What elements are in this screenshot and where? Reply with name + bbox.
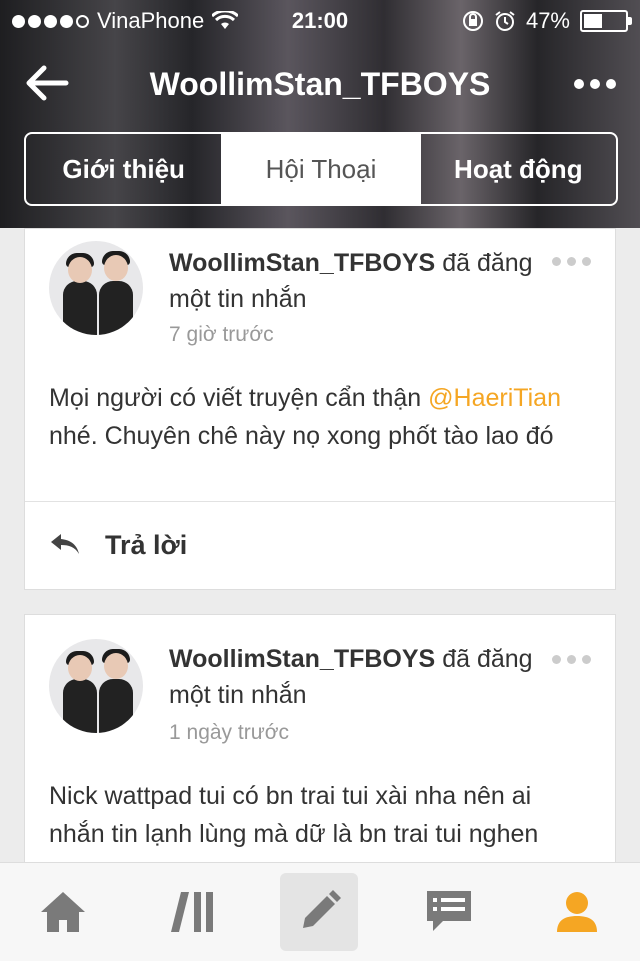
battery-icon bbox=[580, 10, 632, 32]
more-horizontal-icon bbox=[574, 79, 584, 89]
profile-icon bbox=[557, 892, 597, 932]
mention-link[interactable]: @HaeriTian bbox=[428, 384, 561, 412]
orientation-lock-icon bbox=[462, 11, 483, 31]
nav-profile-button[interactable] bbox=[538, 873, 616, 951]
post-header: WoollimStan_TFBOYS đã đăng một tin nhắn bbox=[169, 641, 555, 713]
navigation-bar: WoollimStan_TFBOYS bbox=[0, 48, 640, 120]
reply-label: Trả lời bbox=[105, 530, 188, 560]
reply-icon bbox=[51, 534, 79, 554]
post-author[interactable]: WoollimStan_TFBOYS bbox=[169, 249, 435, 277]
status-right: 47% bbox=[462, 8, 632, 34]
nav-messages-button[interactable] bbox=[410, 873, 488, 951]
library-icon bbox=[171, 892, 213, 932]
post-body: Nick wattpad tui có bn trai tui xài nha … bbox=[49, 782, 539, 848]
nav-home-button[interactable] bbox=[24, 873, 102, 951]
bottom-navigation bbox=[0, 862, 640, 961]
post-time: 1 ngày trước bbox=[169, 721, 290, 744]
status-bar: VinaPhone 21:00 47% bbox=[0, 0, 640, 40]
post-author[interactable]: WoollimStan_TFBOYS bbox=[169, 645, 435, 673]
avatar[interactable] bbox=[49, 241, 143, 335]
back-button[interactable] bbox=[22, 58, 72, 108]
more-horizontal-icon bbox=[552, 257, 561, 266]
more-options-button[interactable] bbox=[574, 62, 618, 106]
home-icon bbox=[41, 892, 85, 932]
messages-icon bbox=[427, 891, 471, 931]
page-title: WoollimStan_TFBOYS bbox=[149, 66, 491, 102]
avatar[interactable] bbox=[49, 639, 143, 733]
nav-library-button[interactable] bbox=[154, 873, 232, 951]
post-more-button[interactable] bbox=[552, 257, 591, 266]
alarm-icon bbox=[495, 11, 515, 31]
reply-button[interactable]: Trả lời bbox=[25, 501, 615, 590]
pencil-icon bbox=[303, 890, 341, 928]
tab-hoi-thoai[interactable]: Hội Thoại bbox=[223, 134, 421, 204]
post-header: WoollimStan_TFBOYS đã đăng một tin nhắn bbox=[169, 245, 555, 317]
battery-percent: 47% bbox=[525, 8, 570, 33]
profile-tabs: Giới thiệu Hội Thoại Hoạt động bbox=[24, 132, 618, 206]
tab-gioi-thieu[interactable]: Giới thiệu bbox=[26, 134, 224, 204]
post-more-button[interactable] bbox=[552, 655, 591, 664]
more-horizontal-icon bbox=[552, 655, 561, 664]
post-time: 7 giờ trước bbox=[169, 323, 274, 346]
post-card: WoollimStan_TFBOYS đã đăng một tin nhắn … bbox=[24, 228, 616, 590]
post-body: Mọi người có viết truyện cẩn thận @Haeri… bbox=[49, 384, 561, 450]
nav-write-button[interactable] bbox=[280, 873, 358, 951]
arrow-left-icon bbox=[26, 65, 69, 101]
tab-hoat-dong[interactable]: Hoạt động bbox=[421, 134, 616, 204]
